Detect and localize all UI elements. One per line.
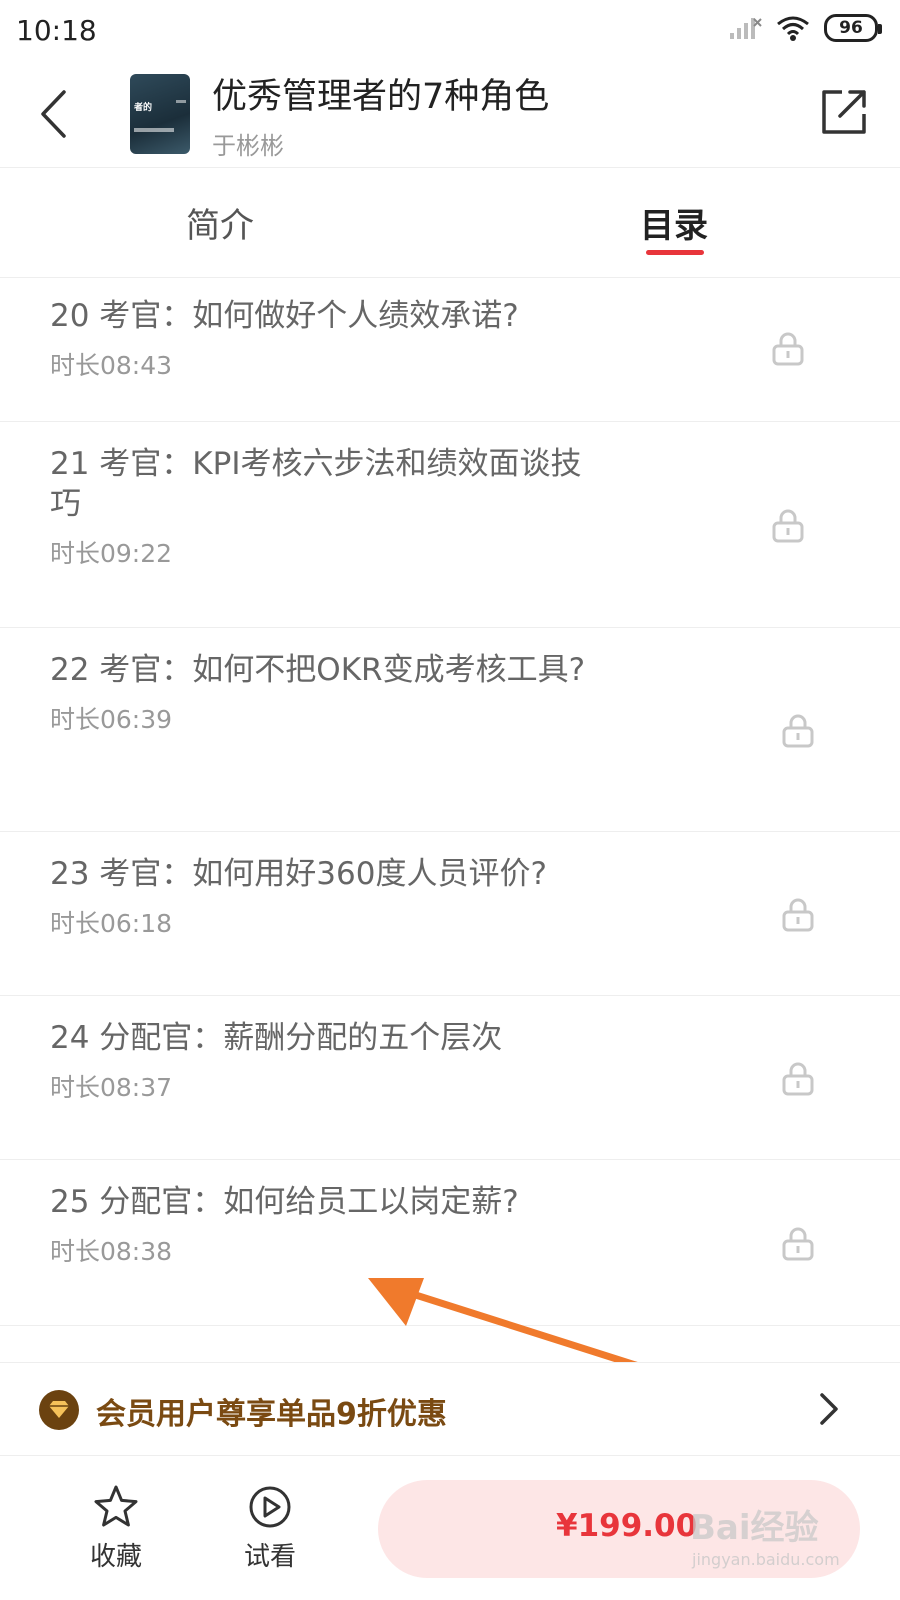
lesson-duration: 时长08:38 [50,1237,173,1266]
course-header: 者的 优秀管理者的7种角色 于彬彬 [0,64,900,168]
lesson-item[interactable]: 24 分配官：薪酬分配的五个层次 时长08:37 [0,996,900,1160]
lesson-item[interactable]: 21 考官：KPI考核六步法和绩效面谈技巧 时长09:22 [0,422,900,628]
lesson-title: 20 考官：如何做好个人绩效承诺? [50,298,519,334]
lesson-duration: 时长06:18 [50,909,173,938]
play-circle-icon [249,1486,291,1528]
lesson-duration: 时长06:39 [50,705,173,734]
price-label: ¥199.00 [556,1508,698,1544]
promo-text: 会员用户尊享单品9折优惠 [96,1397,447,1432]
share-button[interactable] [818,86,870,138]
share-icon [822,90,866,134]
favorite-button[interactable]: 收藏 [76,1484,156,1573]
course-cover-image: 者的 [130,74,190,154]
lock-icon [782,1062,814,1095]
lesson-item[interactable]: 20 考官：如何做好个人绩效承诺? 时长08:43 [0,278,900,422]
cover-caption: 者的 [134,103,153,113]
lock-icon [772,332,804,366]
lock-icon [782,1227,814,1260]
watermark-logo: Bai经验 [690,1508,819,1548]
active-tab-indicator [646,250,704,255]
lesson-title: 22 考官：如何不把OKR变成考核工具? [50,652,586,688]
trial-label: 试看 [243,1542,296,1572]
lesson-title: 21 考官：KPI考核六步法和绩效面谈技巧 [50,446,582,522]
lesson-item[interactable]: 25 分配官：如何给员工以岗定薪? 时长08:38 [0,1160,900,1326]
tab-intro[interactable]: 简介 [186,198,254,247]
chevron-right-icon [820,1393,838,1425]
lock-icon [782,898,814,931]
back-button[interactable] [26,82,80,146]
battery-level: 96 [839,18,863,38]
lesson-title: 25 分配官：如何给员工以岗定薪? [50,1184,519,1220]
lesson-title: 24 分配官：薪酬分配的五个层次 [50,1020,503,1056]
course-title: 优秀管理者的7种角色 [212,77,550,117]
star-icon [94,1485,138,1527]
status-icons: 96 [728,14,882,42]
vip-diamond-icon [39,1390,79,1430]
signal-icon [730,18,762,39]
tab-catalog[interactable]: 目录 [640,198,708,247]
lock-icon [782,714,814,747]
status-bar: 10:18 96 [0,0,900,64]
member-promo-bar[interactable]: 会员用户尊享单品9折优惠 [0,1362,900,1456]
watermark-url: jingyan.baidu.com [692,1550,840,1569]
trial-button[interactable]: 试看 [230,1484,310,1573]
lesson-title: 23 考官：如何用好360度人员评价? [50,856,547,892]
chevron-left-icon [41,90,66,138]
lesson-item[interactable]: 22 考官：如何不把OKR变成考核工具? 时长06:39 [0,628,900,832]
lesson-duration: 时长08:37 [50,1073,173,1102]
lesson-item[interactable]: 23 考官：如何用好360度人员评价? 时长06:18 [0,832,900,996]
status-time: 10:18 [16,14,97,47]
lesson-list: 20 考官：如何做好个人绩效承诺? 时长08:43 21 考官：KPI考核六步法… [0,278,900,1362]
wifi-icon [777,16,809,41]
watermark: Bai经验 jingyan.baidu.com [690,1500,890,1584]
favorite-label: 收藏 [89,1542,142,1572]
lock-icon [772,509,804,542]
course-author: 于彬彬 [212,132,284,160]
battery-icon: 96 [824,14,882,42]
tab-bar: 简介 目录 [0,168,900,278]
